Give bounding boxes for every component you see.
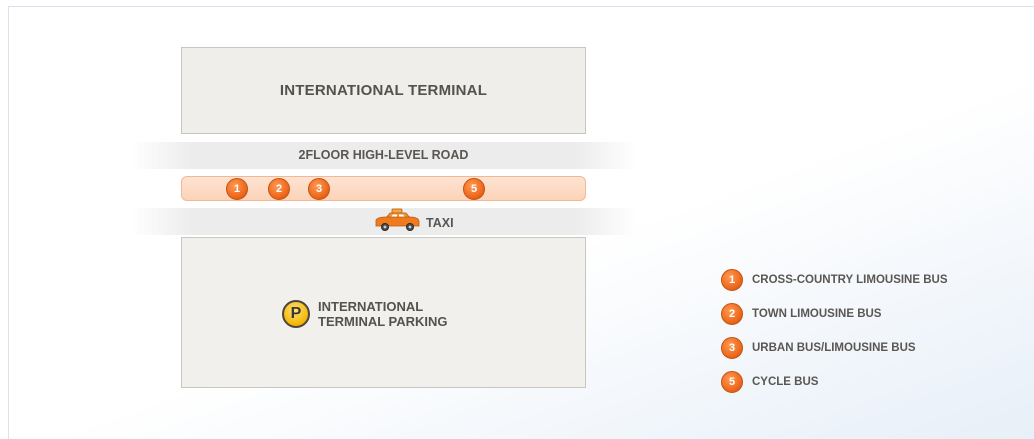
legend-marker-2: 2: [721, 303, 743, 325]
high-level-road-label: 2FLOOR HIGH-LEVEL ROAD: [298, 148, 469, 162]
legend-marker-1: 1: [721, 269, 743, 291]
parking-icon: P: [282, 300, 310, 328]
legend: 1 CROSS-COUNTRY LIMOUSINE BUS 2 TOWN LIM…: [721, 269, 948, 405]
parking-label-line1: INTERNATIONAL: [318, 299, 424, 314]
bus-stop-2-marker[interactable]: 2: [268, 178, 290, 200]
bus-stop-3-marker[interactable]: 3: [308, 178, 330, 200]
legend-label: URBAN BUS/LIMOUSINE BUS: [752, 342, 916, 354]
taxi-label: TAXI: [426, 216, 454, 230]
parking-label-line2: TERMINAL PARKING: [318, 314, 448, 329]
legend-marker-3: 3: [721, 337, 743, 359]
terminal-label: INTERNATIONAL TERMINAL: [279, 82, 488, 99]
legend-label: TOWN LIMOUSINE BUS: [752, 308, 882, 320]
legend-item[interactable]: 3 URBAN BUS/LIMOUSINE BUS: [721, 337, 948, 359]
legend-label: CYCLE BUS: [752, 376, 819, 388]
taxi-icon[interactable]: [372, 208, 422, 234]
parking-label: INTERNATIONAL TERMINAL PARKING: [318, 299, 448, 329]
bus-stop-1-marker[interactable]: 1: [226, 178, 248, 200]
international-terminal-parking: P INTERNATIONAL TERMINAL PARKING: [181, 237, 586, 388]
bus-stop-5-marker[interactable]: 5: [463, 178, 485, 200]
legend-item[interactable]: 1 CROSS-COUNTRY LIMOUSINE BUS: [721, 269, 948, 291]
legend-item[interactable]: 2 TOWN LIMOUSINE BUS: [721, 303, 948, 325]
legend-marker-5: 5: [721, 371, 743, 393]
parking-symbol: P: [290, 305, 302, 322]
legend-label: CROSS-COUNTRY LIMOUSINE BUS: [752, 274, 948, 286]
international-terminal: INTERNATIONAL TERMINAL: [181, 47, 586, 134]
legend-item[interactable]: 5 CYCLE BUS: [721, 371, 948, 393]
